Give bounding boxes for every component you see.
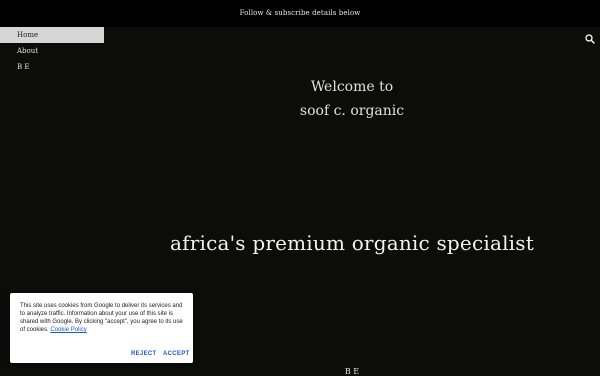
nav-item-label: Home: [17, 31, 39, 39]
reject-button[interactable]: REJECT: [131, 351, 156, 357]
hero-tagline: africa's premium organic specialist: [170, 231, 534, 255]
nav-item-label: About: [17, 47, 39, 55]
search-icon[interactable]: [584, 32, 596, 44]
nav-item-home[interactable]: Home: [0, 27, 104, 43]
cookie-policy-link[interactable]: Cookie Policy: [50, 327, 86, 333]
nav-item-about[interactable]: About: [0, 43, 104, 59]
cookie-message-text: This site uses cookies from Google to de…: [20, 303, 183, 333]
announcement-text: Follow & subscribe details below: [239, 9, 361, 17]
cookie-message: This site uses cookies from Google to de…: [20, 302, 188, 334]
sidebar-nav: Home About B E: [0, 27, 104, 75]
announcement-bar: Follow & subscribe details below: [0, 0, 600, 27]
nav-item-label: B E: [17, 63, 30, 71]
brand-heading: soof c. organic: [299, 103, 405, 119]
cookie-banner: This site uses cookies from Google to de…: [10, 293, 193, 363]
nav-item-be[interactable]: B E: [0, 59, 104, 75]
accept-button[interactable]: ACCEPT: [163, 351, 189, 357]
welcome-heading: Welcome to: [310, 79, 394, 95]
